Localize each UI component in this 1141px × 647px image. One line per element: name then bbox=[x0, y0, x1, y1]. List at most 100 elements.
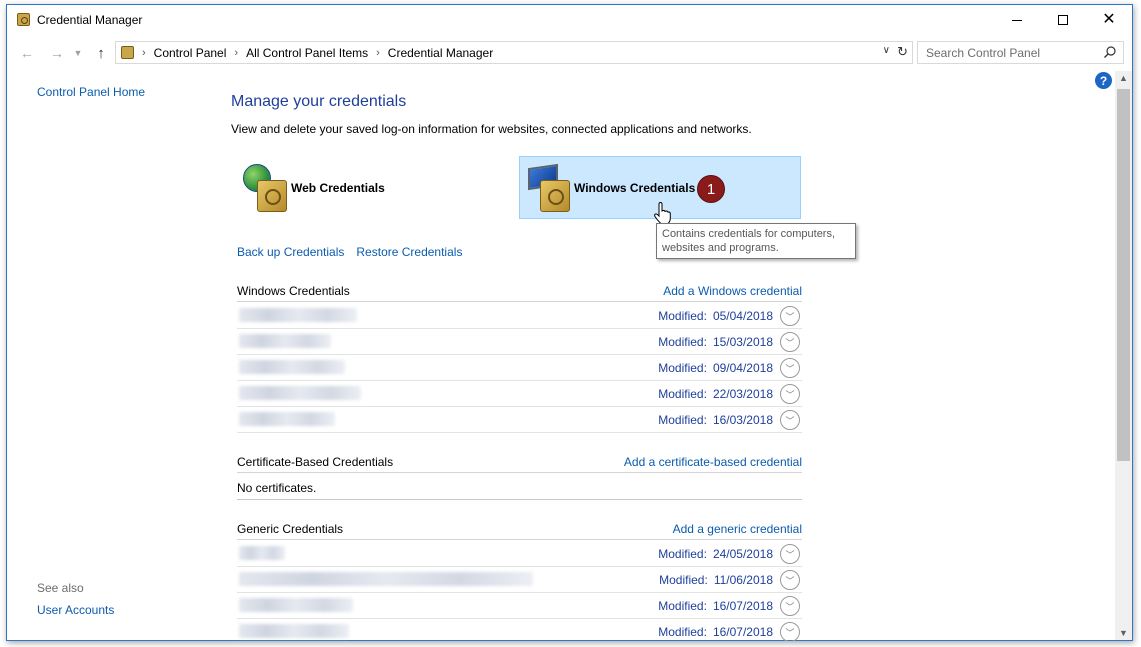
up-arrow-icon[interactable]: ↑ bbox=[91, 43, 111, 63]
maximize-button[interactable] bbox=[1040, 5, 1086, 35]
credential-row[interactable]: Modified: 11/06/2018 ﹀ bbox=[237, 567, 802, 593]
search-box[interactable] bbox=[917, 41, 1124, 64]
modified-label: Modified: bbox=[658, 309, 707, 323]
modified-date: 16/03/2018 bbox=[712, 413, 773, 427]
breadcrumb-control-panel[interactable]: Control Panel bbox=[154, 46, 227, 60]
scroll-down-icon[interactable]: ▼ bbox=[1115, 628, 1132, 638]
step-number-badge: 1 bbox=[697, 175, 725, 203]
modified-date: 15/03/2018 bbox=[712, 335, 773, 349]
obscured-credential-name bbox=[239, 308, 357, 322]
modified-label: Modified: bbox=[658, 361, 707, 375]
expand-chevron-icon[interactable]: ﹀ bbox=[780, 332, 800, 352]
expand-chevron-icon[interactable]: ﹀ bbox=[780, 384, 800, 404]
breadcrumb-credential-manager[interactable]: Credential Manager bbox=[388, 46, 493, 60]
modified-label: Modified: bbox=[658, 335, 707, 349]
expand-chevron-icon[interactable]: ﹀ bbox=[780, 596, 800, 616]
control-panel-home-link[interactable]: Control Panel Home bbox=[37, 85, 145, 99]
obscured-credential-name bbox=[239, 360, 345, 374]
windows-credentials-tooltip: Contains credentials for computers, webs… bbox=[656, 223, 856, 259]
expand-chevron-icon[interactable]: ﹀ bbox=[780, 570, 800, 590]
breadcrumb: › Control Panel › All Control Panel Item… bbox=[140, 46, 493, 60]
close-icon: ✕ bbox=[1102, 11, 1116, 28]
maximize-icon bbox=[1058, 15, 1068, 25]
breadcrumb-chevron-icon[interactable]: › bbox=[142, 47, 146, 59]
credential-row[interactable]: Modified: 16/03/2018 ﹀ bbox=[237, 407, 802, 433]
breadcrumb-chevron-icon[interactable]: › bbox=[376, 47, 380, 59]
web-credentials-label: Web Credentials bbox=[291, 180, 385, 195]
page-title: Manage your credentials bbox=[231, 93, 407, 110]
add-generic-credential-link[interactable]: Add a generic credential bbox=[673, 522, 802, 536]
windows-credentials-header: Windows Credentials Add a Windows creden… bbox=[237, 278, 802, 302]
expand-chevron-icon[interactable]: ﹀ bbox=[780, 358, 800, 378]
user-accounts-link[interactable]: User Accounts bbox=[37, 603, 114, 617]
credential-row[interactable]: Modified: 09/04/2018 ﹀ bbox=[237, 355, 802, 381]
forward-arrow-icon[interactable]: → bbox=[47, 43, 67, 63]
credential-row[interactable]: Modified: 16/07/2018 ﹀ bbox=[237, 619, 802, 641]
backup-restore-links: Back up Credentials Restore Credentials bbox=[237, 245, 462, 259]
modified-date: 24/05/2018 bbox=[712, 547, 773, 561]
obscured-credential-name bbox=[239, 572, 533, 586]
modified-date: 16/07/2018 bbox=[712, 599, 773, 613]
modified-date: 16/07/2018 bbox=[712, 625, 773, 639]
expand-chevron-icon[interactable]: ﹀ bbox=[780, 306, 800, 326]
obscured-credential-name bbox=[239, 334, 331, 348]
modified-label: Modified: bbox=[658, 625, 707, 639]
modified-label: Modified: bbox=[658, 599, 707, 613]
recent-locations-chevron-icon[interactable]: ▼ bbox=[71, 43, 85, 63]
title-bar: Credential Manager ✕ bbox=[7, 5, 1132, 35]
breadcrumb-all-items[interactable]: All Control Panel Items bbox=[246, 46, 368, 60]
obscured-credential-name bbox=[239, 546, 285, 560]
credential-row[interactable]: Modified: 24/05/2018 ﹀ bbox=[237, 541, 802, 567]
web-credentials-icon bbox=[243, 162, 295, 214]
back-arrow-icon[interactable]: ← bbox=[17, 43, 37, 63]
modified-label: Modified: bbox=[658, 387, 707, 401]
address-bar[interactable]: › Control Panel › All Control Panel Item… bbox=[115, 41, 913, 64]
modified-label: Modified: bbox=[658, 413, 707, 427]
restore-credentials-link[interactable]: Restore Credentials bbox=[356, 245, 462, 259]
no-certificates-row: No certificates. bbox=[237, 474, 802, 500]
credential-row[interactable]: Modified: 16/07/2018 ﹀ bbox=[237, 593, 802, 619]
help-icon[interactable]: ? bbox=[1095, 72, 1112, 89]
section-title: Certificate-Based Credentials bbox=[237, 455, 394, 469]
modified-date: 09/04/2018 bbox=[712, 361, 773, 375]
credential-row[interactable]: Modified: 22/03/2018 ﹀ bbox=[237, 381, 802, 407]
navigation-bar: ← → ▼ ↑ › Control Panel › All Control Pa… bbox=[7, 41, 1132, 65]
search-input[interactable] bbox=[924, 43, 1099, 63]
breadcrumb-chevron-icon[interactable]: › bbox=[234, 47, 238, 59]
credential-row[interactable]: Modified: 05/04/2018 ﹀ bbox=[237, 303, 802, 329]
obscured-credential-name bbox=[239, 412, 335, 426]
modified-date: 22/03/2018 bbox=[712, 387, 773, 401]
section-title: Generic Credentials bbox=[237, 522, 344, 536]
minimize-button[interactable] bbox=[994, 5, 1040, 35]
web-credentials-tile[interactable]: Web Credentials bbox=[237, 156, 497, 219]
modified-label: Modified: bbox=[658, 547, 707, 561]
address-dropdown-icon[interactable]: ∨ bbox=[883, 45, 890, 56]
see-also-heading: See also bbox=[37, 581, 84, 595]
credential-manager-window: Credential Manager ✕ ← → ▼ ↑ › Control P… bbox=[6, 4, 1133, 641]
obscured-credential-name bbox=[239, 386, 361, 400]
add-certificate-credential-link[interactable]: Add a certificate-based credential bbox=[624, 455, 802, 469]
expand-chevron-icon[interactable]: ﹀ bbox=[780, 544, 800, 564]
page-description: View and delete your saved log-on inform… bbox=[231, 122, 752, 136]
close-button[interactable]: ✕ bbox=[1086, 5, 1132, 35]
modified-date: 05/04/2018 bbox=[712, 309, 773, 323]
add-windows-credential-link[interactable]: Add a Windows credential bbox=[663, 284, 802, 298]
windows-credentials-label: Windows Credentials bbox=[574, 180, 696, 195]
generic-credentials-header: Generic Credentials Add a generic creden… bbox=[237, 516, 802, 540]
control-panel-icon bbox=[121, 46, 134, 59]
section-title: Windows Credentials bbox=[237, 284, 350, 298]
vertical-scrollbar[interactable]: ▲ ▼ bbox=[1115, 71, 1132, 640]
scroll-up-icon[interactable]: ▲ bbox=[1115, 73, 1132, 83]
expand-chevron-icon[interactable]: ﹀ bbox=[780, 410, 800, 430]
no-certificates-text: No certificates. bbox=[237, 481, 317, 495]
search-icon[interactable] bbox=[1103, 45, 1117, 59]
backup-credentials-link[interactable]: Back up Credentials bbox=[237, 245, 344, 259]
expand-chevron-icon[interactable]: ﹀ bbox=[780, 622, 800, 641]
vault-app-icon bbox=[17, 13, 30, 26]
scrollbar-thumb[interactable] bbox=[1117, 89, 1130, 461]
credential-row[interactable]: Modified: 15/03/2018 ﹀ bbox=[237, 329, 802, 355]
certificate-credentials-header: Certificate-Based Credentials Add a cert… bbox=[237, 449, 802, 473]
obscured-credential-name bbox=[239, 598, 353, 612]
window-title: Credential Manager bbox=[37, 13, 143, 27]
refresh-icon[interactable]: ↻ bbox=[897, 44, 908, 60]
